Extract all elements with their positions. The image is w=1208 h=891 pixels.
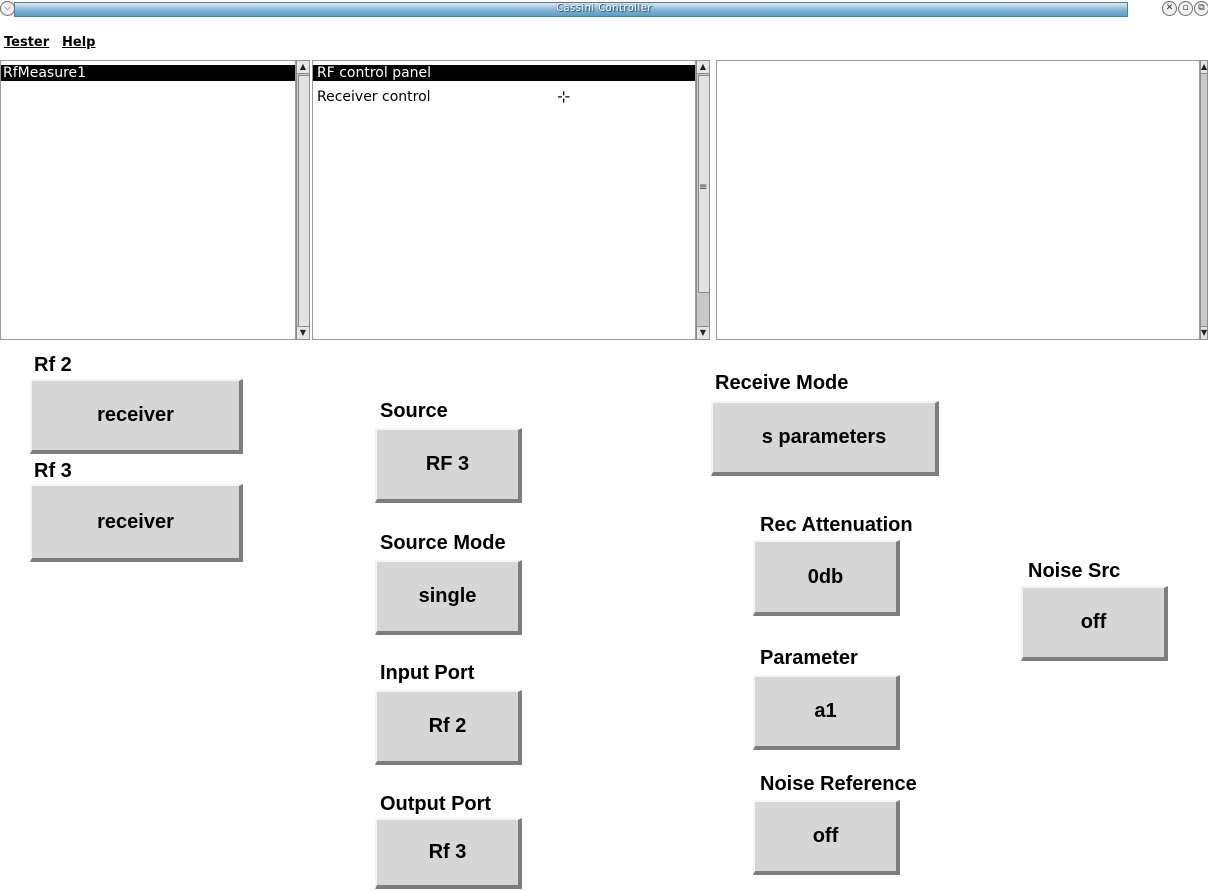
scroll-grip-icon: ≡ xyxy=(699,182,708,193)
rec-attenuation-button[interactable]: 0db xyxy=(753,540,900,616)
source-label: Source xyxy=(380,400,448,422)
rf2-label: Rf 2 xyxy=(34,354,72,376)
output-port-label: Output Port xyxy=(380,793,492,815)
menu-tester-label: Tester xyxy=(4,35,50,50)
receive-mode-label: Receive Mode xyxy=(715,372,849,394)
menu-help-label: Help xyxy=(62,35,96,50)
close-icon[interactable]: ✕ xyxy=(1162,1,1177,16)
parameter-label: Parameter xyxy=(760,647,858,669)
noise-src-button[interactable]: off xyxy=(1021,586,1168,661)
scroll-up-icon[interactable]: ▲ xyxy=(697,61,709,74)
title-bar: ⌵ Cassini Controller ✕ ▫ ⧉ xyxy=(0,0,1208,18)
scroll-thumb[interactable] xyxy=(298,75,310,327)
source-mode-label: Source Mode xyxy=(380,532,506,554)
window-title: Cassini Controller xyxy=(556,1,652,14)
input-port-button[interactable]: Rf 2 xyxy=(375,690,522,765)
receive-mode-button[interactable]: s parameters xyxy=(711,401,939,476)
noise-src-label: Noise Src xyxy=(1028,560,1121,582)
menu-help[interactable]: Help xyxy=(62,35,95,50)
tester-list[interactable]: RfMeasure1 xyxy=(0,60,296,340)
rf2-button[interactable]: receiver xyxy=(30,379,243,454)
panel-list-scrollbar[interactable]: ▲ ≡ ▼ xyxy=(696,60,710,340)
detail-list-scrollbar[interactable]: ▲ ▼ xyxy=(1200,60,1208,340)
input-port-label: Input Port xyxy=(380,662,475,684)
rf3-button[interactable]: receiver xyxy=(30,484,243,562)
output-port-button[interactable]: Rf 3 xyxy=(375,818,522,889)
source-button[interactable]: RF 3 xyxy=(375,428,522,503)
scroll-up-icon[interactable]: ▲ xyxy=(1201,61,1207,74)
list-item[interactable]: Receiver control xyxy=(317,89,431,105)
panel-list[interactable]: RF control panel Receiver control ⊹ xyxy=(312,60,696,340)
rec-attenuation-label: Rec Attenuation xyxy=(760,514,913,536)
parameter-button[interactable]: a1 xyxy=(753,675,900,750)
rf3-label: Rf 3 xyxy=(34,460,72,482)
scroll-down-icon[interactable]: ▼ xyxy=(1201,326,1207,339)
menu-tester[interactable]: Tester xyxy=(4,35,49,50)
list-item[interactable]: RfMeasure1 xyxy=(3,65,86,81)
restore-icon[interactable]: ⧉ xyxy=(1194,1,1208,16)
cursor-crosshair-icon: ⊹ xyxy=(557,87,571,106)
tester-list-scrollbar[interactable]: ▲ ▼ xyxy=(296,60,310,340)
scroll-down-icon[interactable]: ▼ xyxy=(297,326,309,339)
noise-reference-label: Noise Reference xyxy=(760,773,917,795)
detail-list[interactable] xyxy=(716,60,1200,340)
source-mode-button[interactable]: single xyxy=(375,560,522,635)
scroll-down-icon[interactable]: ▼ xyxy=(697,326,709,339)
menu-bar: Tester Help xyxy=(0,18,1208,58)
list-item[interactable]: RF control panel xyxy=(317,65,431,81)
scroll-up-icon[interactable]: ▲ xyxy=(297,61,309,74)
noise-reference-button[interactable]: off xyxy=(753,800,900,875)
maximize-icon[interactable]: ▫ xyxy=(1178,1,1193,16)
